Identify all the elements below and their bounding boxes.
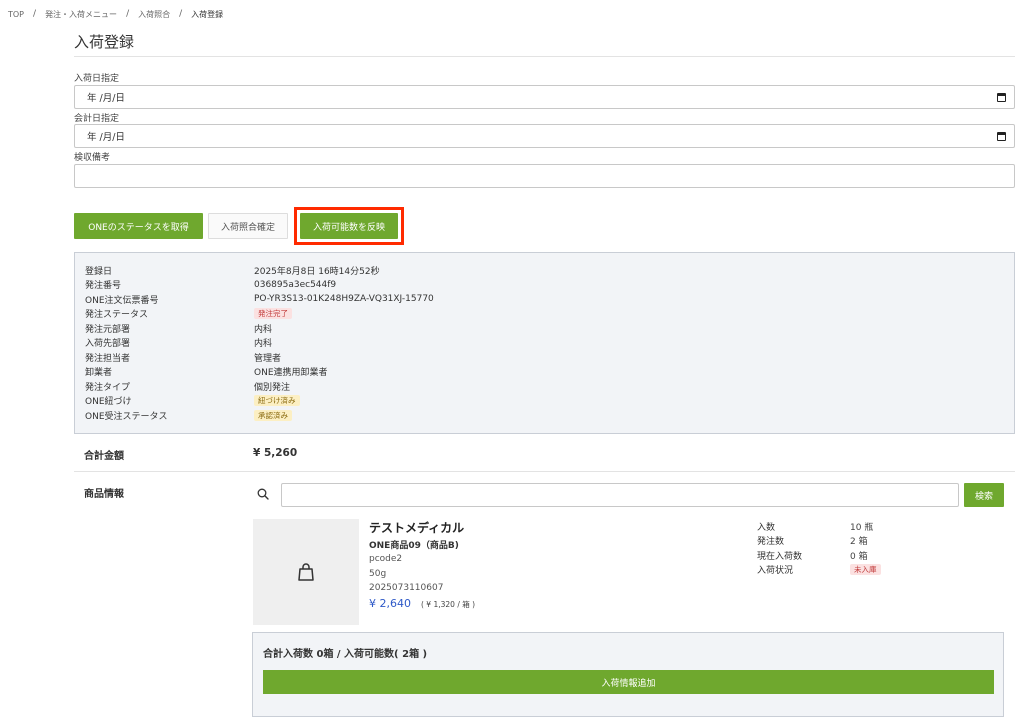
info-value: 2025年8月8日 16時14分52秒 xyxy=(254,266,380,277)
stat-value: 2 箱 xyxy=(850,537,868,547)
arrival-date-input[interactable]: 年 /月/日 xyxy=(74,85,1015,109)
breadcrumb: TOP / 発注・入荷メニュー / 入荷照合 / 入荷登録 xyxy=(8,8,223,20)
page-title: 入荷登録 xyxy=(74,33,135,51)
total-amount-value: ¥ 5,260 xyxy=(253,447,298,459)
arrival-status-badge: 未入庫 xyxy=(850,564,881,575)
info-value: 内科 xyxy=(254,339,273,349)
arrival-date-label: 入荷日指定 xyxy=(74,74,120,84)
info-row-order-status: 発注ステータス 発注完了 xyxy=(85,308,292,320)
stat-value: 10 瓶 xyxy=(850,522,874,533)
breadcrumb-separator: / xyxy=(33,9,37,19)
section-divider xyxy=(74,471,1015,472)
info-row-order-number: 発注番号 036895a3ec544f9 xyxy=(85,279,337,292)
breadcrumb-separator: / xyxy=(126,9,130,19)
info-row-one-link: ONE紐づけ 紐づけ済み xyxy=(85,395,300,407)
inspection-note-label: 検収備考 xyxy=(74,153,111,163)
product-name: ONE商品09（商品B) xyxy=(369,541,459,551)
info-row-registered-date: 登録日 2025年8月8日 16時14分52秒 xyxy=(85,264,380,277)
product-code: pcode2 xyxy=(369,554,403,564)
info-label: 発注担当者 xyxy=(85,353,131,364)
info-label: 発注番号 xyxy=(85,281,122,291)
product-image-placeholder xyxy=(253,519,359,625)
breadcrumb-item-arrival-match[interactable]: 入荷照合 xyxy=(138,9,170,20)
search-button[interactable]: 検索 xyxy=(964,483,1004,507)
info-row-wholesaler: 卸業者 ONE連携用卸業者 xyxy=(85,366,328,378)
arrival-summary-title: 合計入荷数 0箱 / 入荷可能数( 2箱 ) xyxy=(263,649,428,660)
order-info-panel: 登録日 2025年8月8日 16時14分52秒 発注番号 036895a3ec5… xyxy=(74,252,1015,434)
total-amount-label: 合計金額 xyxy=(84,451,124,462)
product-info-label: 商品情報 xyxy=(84,489,124,500)
product-spec: 50g xyxy=(369,569,387,579)
info-value: 管理者 xyxy=(254,353,282,364)
breadcrumb-item-order-menu[interactable]: 発注・入荷メニュー xyxy=(45,9,117,20)
arrival-summary-panel: 合計入荷数 0箱 / 入荷可能数( 2箱 ) 入荷情報追加 xyxy=(252,632,1004,717)
highlight-box xyxy=(294,207,404,245)
one-link-badge: 紐づけ済み xyxy=(254,395,300,406)
confirm-arrival-match-button[interactable]: 入荷照合確定 xyxy=(208,213,288,239)
accounting-date-value: 年 /月/日 xyxy=(87,132,125,143)
breadcrumb-item-top[interactable]: TOP xyxy=(8,10,24,19)
product-search-input[interactable] xyxy=(281,483,959,507)
info-label: 発注ステータス xyxy=(85,310,149,320)
stat-row-current-arrival: 現在入荷数 0 箱 xyxy=(757,549,868,562)
product-price: ¥ 2,640 xyxy=(369,597,411,610)
info-row-order-staff: 発注担当者 管理者 xyxy=(85,351,282,364)
stat-label: 入数 xyxy=(757,522,776,533)
get-one-status-button[interactable]: ONEのステータスを取得 xyxy=(74,213,203,239)
stat-label: 入荷状況 xyxy=(757,566,794,576)
info-label: 発注元部署 xyxy=(85,324,131,335)
info-row-one-slip-number: ONE注文伝票番号 PO-YR3S13-01K248H9ZA-VQ31XJ-15… xyxy=(85,293,434,306)
stat-value: 0 箱 xyxy=(850,551,868,562)
stat-row-order-qty: 発注数 2 箱 xyxy=(757,535,868,547)
accounting-date-label: 会計日指定 xyxy=(74,114,120,124)
info-row-order-type: 発注タイプ 個別発注 xyxy=(85,380,291,393)
info-row-arrival-dept: 入荷先部署 内科 xyxy=(85,337,272,349)
calendar-icon[interactable] xyxy=(997,131,1006,141)
search-icon xyxy=(257,488,269,500)
info-value: 個別発注 xyxy=(254,382,291,393)
stat-label: 発注数 xyxy=(757,537,785,547)
info-value: 036895a3ec544f9 xyxy=(254,279,337,290)
product-jan: 2025073110607 xyxy=(369,583,444,593)
info-label: ONE紐づけ xyxy=(85,397,132,407)
info-label: ONE注文伝票番号 xyxy=(85,295,159,306)
breadcrumb-separator: / xyxy=(179,9,183,19)
info-label: 卸業者 xyxy=(85,368,113,378)
product-price-row: ¥ 2,640 ( ¥ 1,320 / 箱 ) xyxy=(369,597,475,610)
info-label: 登録日 xyxy=(85,266,113,277)
info-label: 発注タイプ xyxy=(85,382,131,393)
accounting-date-input[interactable]: 年 /月/日 xyxy=(74,124,1015,148)
shopping-bag-icon xyxy=(298,563,314,581)
info-value: 内科 xyxy=(254,324,273,335)
add-arrival-info-button[interactable]: 入荷情報追加 xyxy=(263,670,994,694)
order-status-badge: 発注完了 xyxy=(254,308,292,319)
info-row-one-order-status: ONE受注ステータス 承認済み xyxy=(85,409,292,422)
info-label: 入荷先部署 xyxy=(85,339,131,349)
product-unit-price: ( ¥ 1,320 / 箱 ) xyxy=(421,600,476,609)
product-maker: テストメディカル xyxy=(369,521,465,535)
arrival-date-value: 年 /月/日 xyxy=(87,93,125,104)
info-value: PO-YR3S13-01K248H9ZA-VQ31XJ-15770 xyxy=(254,294,434,304)
calendar-icon[interactable] xyxy=(997,92,1006,102)
stat-label: 現在入荷数 xyxy=(757,551,803,562)
info-label: ONE受注ステータス xyxy=(85,411,168,422)
inspection-note-input[interactable] xyxy=(74,164,1015,188)
info-row-order-dept: 発注元部署 内科 xyxy=(85,322,273,335)
stat-row-arrival-status: 入荷状況 未入庫 xyxy=(757,564,881,576)
info-value: ONE連携用卸業者 xyxy=(254,368,328,378)
one-order-status-badge: 承認済み xyxy=(254,409,292,421)
stat-row-pack-qty: 入数 10 瓶 xyxy=(757,520,874,533)
breadcrumb-current: 入荷登録 xyxy=(191,9,224,19)
title-divider xyxy=(74,56,1015,57)
